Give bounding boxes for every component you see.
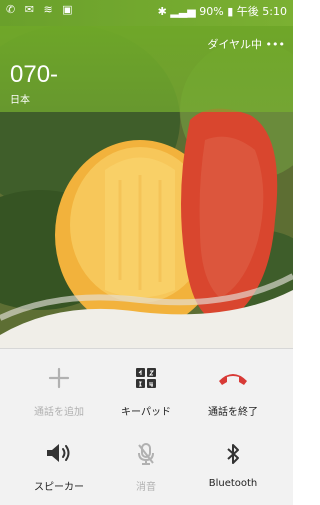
speaker-button[interactable]: スピーカー xyxy=(14,442,104,493)
call-status: ダイヤル中 ••• xyxy=(207,38,285,51)
signal-indicator-icon: ≋ xyxy=(43,3,56,16)
end-call-icon xyxy=(188,367,278,397)
status-left-icons: ✆ ✉ ≋ ▣ xyxy=(6,3,76,16)
phone-icon: ✆ xyxy=(6,3,19,16)
add-call-button[interactable]: 通話を追加 xyxy=(14,367,104,418)
call-controls: 通話を追加 キーパッド 通話を終了 スピーカー 消音 Bluetooth xyxy=(0,348,293,505)
call-region: 日本 xyxy=(10,95,30,106)
end-call-button[interactable]: 通話を終了 xyxy=(188,367,278,418)
mute-button[interactable]: 消音 xyxy=(101,442,191,493)
speaker-icon xyxy=(14,442,104,472)
plus-icon xyxy=(14,367,104,397)
bluetooth-label: Bluetooth xyxy=(208,478,258,489)
phone-number: 070- xyxy=(10,61,59,88)
add-call-label: 通話を追加 xyxy=(34,407,84,418)
bluetooth-icon xyxy=(188,442,278,472)
keypad-label: キーパッド xyxy=(121,407,171,418)
bluetooth-button[interactable]: Bluetooth xyxy=(188,442,278,489)
phone-screen: ✆ ✉ ≋ ▣ ✱ ▂▃▅ 90% ▮ 午後 5:10 ダイヤル中 ••• 07… xyxy=(0,0,293,505)
mute-label: 消音 xyxy=(136,482,156,493)
status-right: ✱ ▂▃▅ 90% ▮ 午後 5:10 xyxy=(158,3,287,19)
keypad-button[interactable]: キーパッド xyxy=(101,367,191,418)
end-call-label: 通話を終了 xyxy=(208,407,258,418)
mute-mic-icon xyxy=(101,442,191,472)
bluetooth-icon: ✱ xyxy=(157,5,167,18)
status-time: 午後 5:10 xyxy=(236,5,287,18)
speaker-label: スピーカー xyxy=(34,482,84,493)
message-icon: ✉ xyxy=(24,3,37,16)
battery-icon: ▮ xyxy=(227,5,234,18)
battery-percent: 90% xyxy=(199,5,224,18)
keypad-icon xyxy=(101,367,191,397)
status-bar: ✆ ✉ ≋ ▣ ✱ ▂▃▅ 90% ▮ 午後 5:10 xyxy=(0,0,293,26)
call-header: ダイヤル中 ••• 070- 日本 xyxy=(0,26,293,112)
signal-icon: ▂▃▅ xyxy=(170,5,196,18)
sim-icon: ▣ xyxy=(62,3,76,16)
